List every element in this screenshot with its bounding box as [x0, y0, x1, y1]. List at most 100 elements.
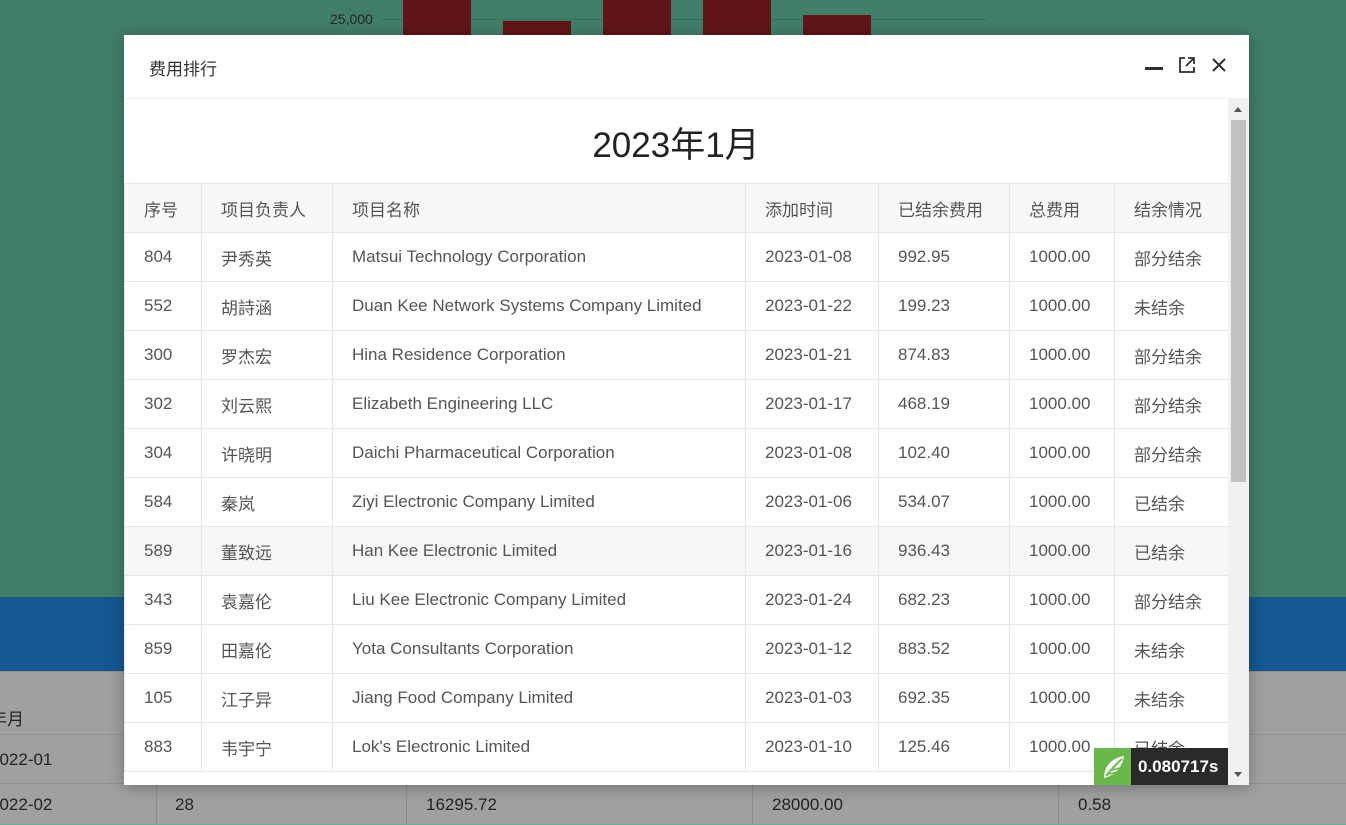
table-row[interactable]: 589 董致远 Han Kee Electronic Limited 2023-01-… — [124, 526, 1228, 576]
id-cell: 859 — [124, 624, 202, 674]
id-cell: 589 — [124, 526, 202, 576]
added-time-cell: 2023-01-06 — [745, 477, 879, 527]
project-name-cell: Hina Residence Corporation — [332, 330, 746, 380]
id-cell: 584 — [124, 477, 202, 527]
table-row[interactable]: 302 刘云熙 Elizabeth Engineering LLC 2023-01-1… — [124, 379, 1228, 429]
table-row[interactable]: 859 田嘉伦 Yota Consultants Corporation 2023-0… — [124, 624, 1228, 674]
added-time-cell: 2023-01-12 — [745, 624, 879, 674]
id-cell: 300 — [124, 330, 202, 380]
table-row[interactable]: 343 袁嘉伦 Liu Kee Electronic Company Limited… — [124, 575, 1228, 625]
project-name-cell: Ziyi Electronic Company Limited — [332, 477, 746, 527]
settled-amount-cell: 199.23 — [878, 281, 1010, 331]
table-row[interactable]: 304 许晓明 Daichi Pharmaceutical Corporation 2… — [124, 428, 1228, 478]
owner-cell: 韦宇宁 — [201, 722, 333, 772]
dialog-content[interactable]: 2023年1月 序号 项目负责人 项目名称 添加时间 已结余费用 总费用 结余情… — [124, 99, 1228, 785]
settled-amount-cell: 692.35 — [878, 673, 1010, 723]
expense-table: 序号 项目负责人 项目名称 添加时间 已结余费用 总费用 结余情况 804 尹秀英… — [124, 183, 1228, 772]
added-time-cell: 2023-01-03 — [745, 673, 879, 723]
total-amount-cell: 1000.00 — [1009, 428, 1115, 478]
owner-cell: 江子异 — [201, 673, 333, 723]
total-amount-cell: 1000.00 — [1009, 330, 1115, 380]
id-cell: 552 — [124, 281, 202, 331]
total-amount-cell: 1000.00 — [1009, 526, 1115, 576]
owner-cell: 秦岚 — [201, 477, 333, 527]
owner-cell: 袁嘉伦 — [201, 575, 333, 625]
settlement-status-cell: 已结余 — [1114, 526, 1228, 576]
total-amount-cell: 1000.00 — [1009, 477, 1115, 527]
column-header-total-amount: 总费用 — [1009, 183, 1115, 233]
dialog-title: 费用排行 — [149, 60, 217, 79]
owner-cell: 刘云熙 — [201, 379, 333, 429]
owner-cell: 胡詩涵 — [201, 281, 333, 331]
total-amount-cell: 1000.00 — [1009, 379, 1115, 429]
total-amount-cell: 1000.00 — [1009, 624, 1115, 674]
settled-amount-cell: 125.46 — [878, 722, 1010, 772]
settlement-status-cell: 部分结余 — [1114, 575, 1228, 625]
settled-amount-cell: 682.23 — [878, 575, 1010, 625]
owner-cell: 董致远 — [201, 526, 333, 576]
id-cell: 304 — [124, 428, 202, 478]
maximize-icon — [1179, 57, 1195, 73]
scroll-up-arrow-icon[interactable] — [1234, 107, 1242, 112]
id-cell: 883 — [124, 722, 202, 772]
project-name-cell: Duan Kee Network Systems Company Limited — [332, 281, 746, 331]
settled-amount-cell: 992.95 — [878, 232, 1010, 282]
id-cell: 105 — [124, 673, 202, 723]
column-header-added-time: 添加时间 — [745, 183, 879, 233]
added-time-cell: 2023-01-21 — [745, 330, 879, 380]
report-title: 2023年1月 — [592, 126, 760, 165]
column-header-settlement-status: 结余情况 — [1114, 183, 1228, 233]
render-time-value: 0.080717s — [1131, 748, 1228, 785]
added-time-cell: 2023-01-10 — [745, 722, 879, 772]
table-row[interactable]: 584 秦岚 Ziyi Electronic Company Limited 2023… — [124, 477, 1228, 527]
owner-cell: 尹秀英 — [201, 232, 333, 282]
project-name-cell: Matsui Technology Corporation — [332, 232, 746, 282]
column-header-owner: 项目负责人 — [201, 183, 333, 233]
project-name-cell: Han Kee Electronic Limited — [332, 526, 746, 576]
settlement-status-cell: 未结余 — [1114, 673, 1228, 723]
added-time-cell: 2023-01-22 — [745, 281, 879, 331]
table-row[interactable]: 804 尹秀英 Matsui Technology Corporation 2023-… — [124, 232, 1228, 282]
added-time-cell: 2023-01-08 — [745, 428, 879, 478]
table-row[interactable]: 883 韦宇宁 Lok's Electronic Limited 2023-01-10… — [124, 722, 1228, 772]
table-row[interactable]: 552 胡詩涵 Duan Kee Network Systems Company L… — [124, 281, 1228, 331]
id-cell: 804 — [124, 232, 202, 282]
minimize-icon — [1145, 66, 1163, 70]
render-time-badge: 0.080717s — [1094, 748, 1228, 785]
table-row[interactable]: 105 江子异 Jiang Food Company Limited 2023-01-… — [124, 673, 1228, 723]
added-time-cell: 2023-01-16 — [745, 526, 879, 576]
id-cell: 302 — [124, 379, 202, 429]
settlement-status-cell: 部分结余 — [1114, 232, 1228, 282]
column-header-settled-amount: 已结余费用 — [878, 183, 1010, 233]
dialog-header[interactable]: 费用排行 — [124, 35, 1249, 99]
settlement-status-cell: 未结余 — [1114, 624, 1228, 674]
scrollbar-thumb[interactable] — [1231, 120, 1246, 482]
id-cell: 343 — [124, 575, 202, 625]
settled-amount-cell: 936.43 — [878, 526, 1010, 576]
added-time-cell: 2023-01-08 — [745, 232, 879, 282]
owner-cell: 田嘉伦 — [201, 624, 333, 674]
owner-cell: 许晓明 — [201, 428, 333, 478]
settled-amount-cell: 102.40 — [878, 428, 1010, 478]
added-time-cell: 2023-01-24 — [745, 575, 879, 625]
expense-ranking-dialog: 费用排行 2023年1月 序号 项目负责人 项目名称 添加时间 已结余费用 总费… — [124, 35, 1249, 785]
close-button[interactable] — [1207, 53, 1231, 77]
settlement-status-cell: 部分结余 — [1114, 428, 1228, 478]
project-name-cell: Lok's Electronic Limited — [332, 722, 746, 772]
maximize-button[interactable] — [1175, 53, 1199, 77]
project-name-cell: Daichi Pharmaceutical Corporation — [332, 428, 746, 478]
total-amount-cell: 1000.00 — [1009, 232, 1115, 282]
total-amount-cell: 1000.00 — [1009, 673, 1115, 723]
table-row[interactable]: 300 罗杰宏 Hina Residence Corporation 2023-01-… — [124, 330, 1228, 380]
close-icon — [1212, 58, 1226, 72]
project-name-cell: Elizabeth Engineering LLC — [332, 379, 746, 429]
project-name-cell: Jiang Food Company Limited — [332, 673, 746, 723]
settlement-status-cell: 未结余 — [1114, 281, 1228, 331]
scroll-down-arrow-icon[interactable] — [1234, 772, 1242, 777]
minimize-button[interactable] — [1142, 53, 1166, 77]
settled-amount-cell: 883.52 — [878, 624, 1010, 674]
total-amount-cell: 1000.00 — [1009, 281, 1115, 331]
settled-amount-cell: 874.83 — [878, 330, 1010, 380]
leaf-logo-icon — [1094, 748, 1131, 785]
vertical-scrollbar[interactable] — [1228, 99, 1249, 785]
